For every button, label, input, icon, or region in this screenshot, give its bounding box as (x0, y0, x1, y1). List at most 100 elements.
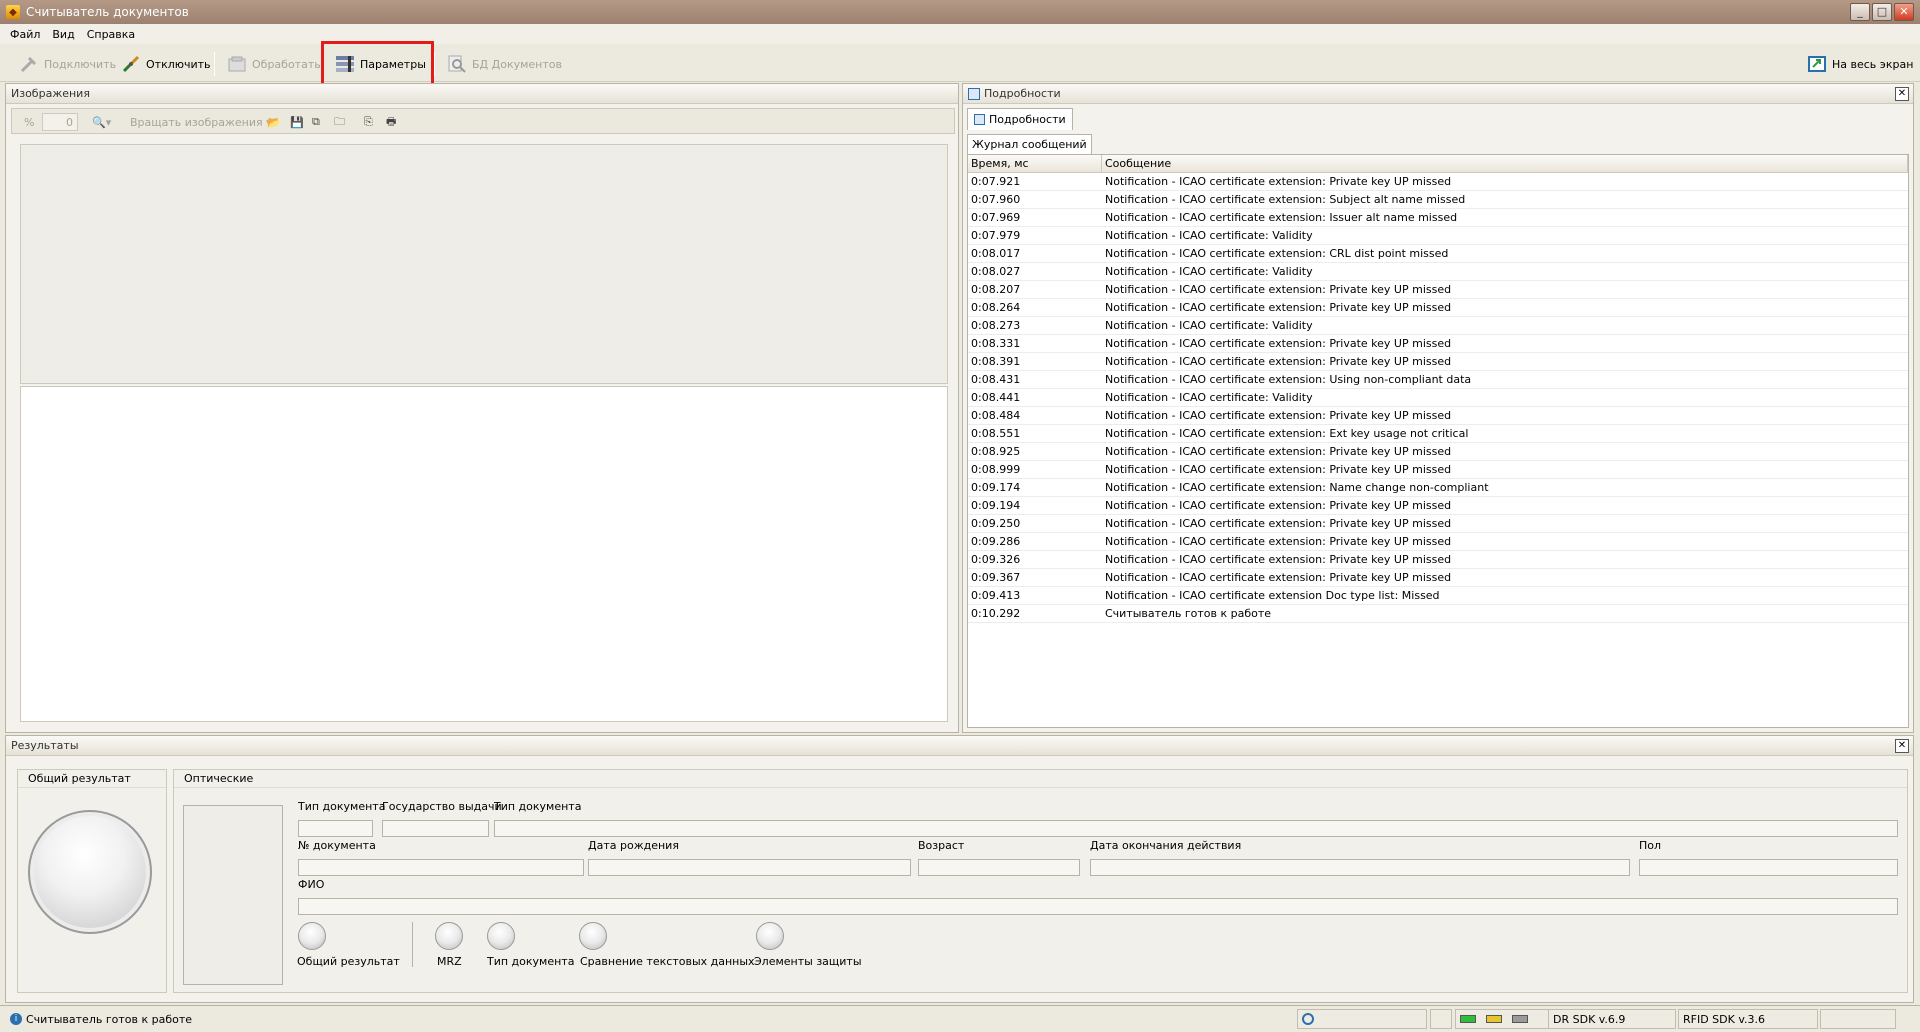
log-row[interactable]: 0:09.250 Notification - ICAO certificate … (968, 515, 1908, 533)
log-row[interactable]: 0:08.999 Notification - ICAO certificate … (968, 461, 1908, 479)
fio-field[interactable] (298, 898, 1898, 915)
connect-button[interactable]: Подключить (12, 50, 122, 78)
images-toolbar: % 0 🔍▾ Вращать изображения ▾ 📂 💾 ⧉ 🗀 ⎘ 🖶 (11, 108, 955, 134)
tab-message-log[interactable]: Журнал сообщений (967, 134, 1092, 154)
doc-number-field[interactable] (298, 859, 584, 876)
overall-result-box: Общий результат (17, 769, 167, 993)
age-field[interactable] (918, 859, 1080, 876)
log-row[interactable]: 0:09.174 Notification - ICAO certificate … (968, 479, 1908, 497)
save-all-icon[interactable]: ⧉ (312, 113, 320, 131)
log-row[interactable]: 0:08.207 Notification - ICAO certificate … (968, 281, 1908, 299)
details-icon (968, 87, 980, 100)
menu-help[interactable]: Справка (81, 28, 141, 41)
plug-icon (18, 53, 40, 75)
fullscreen-button[interactable]: На весь экран (1800, 50, 1919, 78)
log-row[interactable]: 0:07.960 Notification - ICAO certificate … (968, 191, 1908, 209)
zoom-magnifier-icon[interactable]: 🔍▾ (92, 113, 111, 131)
overall-check-indicator (298, 922, 326, 950)
zoom-input[interactable]: 0 (42, 113, 78, 131)
log-row[interactable]: 0:08.925 Notification - ICAO certificate … (968, 443, 1908, 461)
maximize-button[interactable]: □ (1872, 3, 1892, 21)
close-button[interactable]: ✕ (1894, 3, 1914, 21)
menu-file[interactable]: Файл (4, 28, 46, 41)
security-indicator (756, 922, 784, 950)
disconnect-button[interactable]: Отключить (114, 50, 217, 78)
sex-field[interactable] (1639, 859, 1898, 876)
process-button[interactable]: Обработать (220, 50, 327, 78)
documents-db-button[interactable]: БД Документов (440, 50, 568, 78)
log-row[interactable]: 0:08.391 Notification - ICAO certificate … (968, 353, 1908, 371)
log-message: Notification - ICAO certificate extensio… (1105, 553, 1452, 566)
minimize-button[interactable]: _ (1850, 3, 1870, 21)
overall-result-title: Общий результат (18, 770, 166, 788)
log-row[interactable]: 0:08.431 Notification - ICAO certificate … (968, 371, 1908, 389)
folder-icon[interactable]: 🗀 (334, 113, 345, 131)
print-icon[interactable]: 🖶 (386, 113, 396, 131)
log-row[interactable]: 0:09.286 Notification - ICAO certificate … (968, 533, 1908, 551)
optical-title: Оптические (174, 770, 1907, 788)
log-row[interactable]: 0:08.264 Notification - ICAO certificate … (968, 299, 1908, 317)
details-close-icon[interactable]: ✕ (1895, 87, 1909, 101)
save-icon[interactable]: 💾 (290, 113, 304, 131)
doc-type2-field[interactable] (494, 820, 1898, 837)
log-rows: 0:07.921 Notification - ICAO certificate … (968, 173, 1908, 623)
log-message: Notification - ICAO certificate extensio… (1105, 517, 1452, 530)
doc-type2-label: Тип документа (494, 800, 582, 813)
log-time: 0:08.264 (971, 301, 1021, 314)
log-row[interactable]: 0:07.979 Notification - ICAO certificate:… (968, 227, 1908, 245)
log-row[interactable]: 0:09.367 Notification - ICAO certificate … (968, 569, 1908, 587)
results-close-icon[interactable]: ✕ (1895, 739, 1909, 753)
log-message: Notification - ICAO certificate: Validit… (1105, 319, 1313, 332)
unplug-icon (120, 53, 142, 75)
col-message-header[interactable]: Сообщение (1102, 155, 1908, 172)
log-message: Notification - ICAO certificate extensio… (1105, 193, 1466, 206)
rotate-images-button[interactable]: Вращать изображения ▾ (130, 113, 272, 131)
log-time: 0:09.174 (971, 481, 1021, 494)
log-time: 0:08.207 (971, 283, 1021, 296)
birth-date-field[interactable] (588, 859, 911, 876)
log-time: 0:07.960 (971, 193, 1021, 206)
log-row[interactable]: 0:07.969 Notification - ICAO certificate … (968, 209, 1908, 227)
expiry-field[interactable] (1090, 859, 1630, 876)
log-row[interactable]: 0:09.194 Notification - ICAO certificate … (968, 497, 1908, 515)
stopwatch-icon (1302, 1013, 1314, 1025)
log-message: Notification - ICAO certificate: Validit… (1105, 229, 1313, 242)
overall-check-label: Общий результат (297, 955, 400, 968)
images-panel: Изображения % 0 🔍▾ Вращать изображения ▾… (5, 83, 959, 733)
log-row[interactable]: 0:08.484 Notification - ICAO certificate … (968, 407, 1908, 425)
log-row[interactable]: 0:08.027 Notification - ICAO certificate:… (968, 263, 1908, 281)
log-message: Notification - ICAO certificate extensio… (1105, 427, 1469, 440)
log-row[interactable]: 0:10.292 Считыватель готов к работе (968, 605, 1908, 623)
title-bar: ◆ Считыватель документов _ □ ✕ (0, 0, 1920, 24)
log-message: Считыватель готов к работе (1105, 607, 1272, 620)
log-row[interactable]: 0:07.921 Notification - ICAO certificate … (968, 173, 1908, 191)
log-row[interactable]: 0:09.326 Notification - ICAO certificate … (968, 551, 1908, 569)
menu-view[interactable]: Вид (46, 28, 80, 41)
log-message: Notification - ICAO certificate extensio… (1105, 301, 1452, 314)
status-cell-end (1820, 1009, 1896, 1029)
log-row[interactable]: 0:08.273 Notification - ICAO certificate:… (968, 317, 1908, 335)
image-view-top (20, 144, 948, 384)
log-time: 0:09.286 (971, 535, 1021, 548)
issuing-state-field[interactable] (382, 820, 489, 837)
log-row[interactable]: 0:08.331 Notification - ICAO certificate … (968, 335, 1908, 353)
doc-type-field[interactable] (298, 820, 373, 837)
log-message: Notification - ICAO certificate extensio… (1105, 373, 1472, 386)
copy-icon[interactable]: ⎘ (364, 113, 373, 131)
log-row[interactable]: 0:08.441 Notification - ICAO certificate:… (968, 389, 1908, 407)
doc-type-label: Тип документа (298, 800, 386, 813)
info-icon: i (10, 1013, 22, 1025)
open-folder-icon[interactable]: 📂 (267, 113, 281, 131)
doctype-check-indicator (487, 922, 515, 950)
log-row[interactable]: 0:08.551 Notification - ICAO certificate … (968, 425, 1908, 443)
log-row[interactable]: 0:08.017 Notification - ICAO certificate … (968, 245, 1908, 263)
tab-details[interactable]: Подробности (967, 108, 1073, 130)
log-header: Время, мс Сообщение (968, 155, 1908, 173)
status-message: Считыватель готов к работе (26, 1012, 193, 1026)
menu-bar: Файл Вид Справка (0, 24, 1920, 44)
col-time-header[interactable]: Время, мс (968, 155, 1102, 172)
log-time: 0:07.969 (971, 211, 1021, 224)
log-row[interactable]: 0:09.413 Notification - ICAO certificate … (968, 587, 1908, 605)
log-time: 0:10.292 (971, 607, 1021, 620)
dr-sdk-version: DR SDK v.6.9 (1548, 1009, 1676, 1029)
